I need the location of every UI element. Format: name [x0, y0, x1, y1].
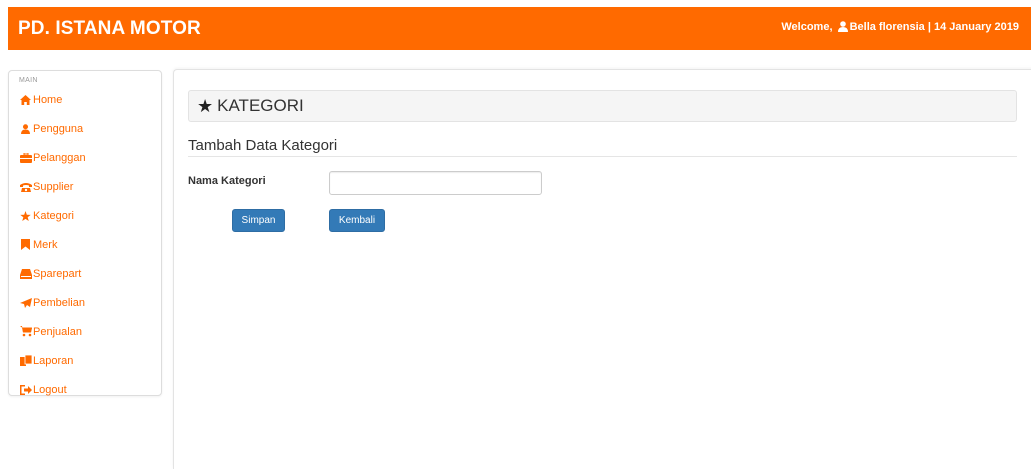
welcome-prefix: Welcome,: [781, 21, 833, 33]
sidebar-item-label: Pelanggan: [33, 152, 86, 164]
star-icon: ★: [197, 96, 214, 116]
sidebar-item-sparepart[interactable]: Sparepart: [19, 268, 86, 297]
user-icon: [19, 123, 32, 134]
welcome-info: Welcome, Bella florensia | 14 January 20…: [781, 21, 1019, 35]
sidebar-section-label: MAIN: [19, 77, 38, 84]
documents-icon: [19, 355, 32, 366]
simpan-button[interactable]: Simpan: [232, 209, 285, 232]
user-name[interactable]: Bella florensia: [850, 21, 925, 33]
page-heading: ★ KATEGORI: [188, 90, 1017, 122]
sidebar-item-label: Merk: [33, 239, 58, 251]
sidebar-item-penjualan[interactable]: Penjualan: [19, 326, 86, 355]
sidebar-item-label: Penjualan: [33, 326, 82, 338]
inbox-icon: [19, 268, 32, 279]
send-icon: [19, 297, 32, 308]
home-icon: [19, 94, 32, 105]
nama-kategori-input[interactable]: [329, 171, 542, 195]
current-date: 14 January 2019: [933, 21, 1019, 33]
sidebar-item-label: Pembelian: [33, 297, 85, 309]
sidebar-item-pembelian[interactable]: Pembelian: [19, 297, 86, 326]
page-title: KATEGORI: [217, 96, 304, 115]
bookmark-icon: [19, 239, 32, 250]
sidebar-item-logout[interactable]: Logout: [19, 384, 86, 413]
sidebar-item-kategori[interactable]: Kategori: [19, 210, 86, 239]
sidebar-item-label: Logout: [33, 384, 67, 396]
sidebar-item-label: Kategori: [33, 210, 74, 222]
top-navbar: PD. ISTANA MOTOR Welcome, Bella florensi…: [8, 7, 1031, 50]
sidebar-item-label: Pengguna: [33, 123, 84, 135]
main-content: ★ KATEGORI Tambah Data Kategori Nama Kat…: [173, 69, 1031, 469]
sidebar-item-home[interactable]: Home: [19, 94, 86, 123]
phone-icon: [19, 181, 32, 192]
sidebar-item-label: Laporan: [33, 355, 74, 367]
sidebar-item-laporan[interactable]: Laporan: [19, 355, 86, 384]
sidebar-item-pengguna[interactable]: Pengguna: [19, 123, 86, 152]
sidebar-item-label: Home: [33, 94, 63, 106]
star-icon: [19, 210, 32, 221]
nama-kategori-label: Nama Kategori: [188, 175, 266, 187]
sidebar: MAIN Home Pengguna Pelanggan Supplier Ka…: [8, 70, 162, 396]
brand-title[interactable]: PD. ISTANA MOTOR: [18, 18, 201, 40]
form-subheading: Tambah Data Kategori: [188, 137, 338, 154]
separator: |: [927, 21, 931, 33]
cart-icon: [19, 326, 32, 337]
user-icon: [837, 21, 848, 35]
sidebar-item-merk[interactable]: Merk: [19, 239, 86, 268]
briefcase-icon: [19, 152, 32, 163]
logout-icon: [19, 384, 32, 395]
sidebar-item-label: Supplier: [33, 181, 74, 193]
divider: [188, 156, 1017, 157]
sidebar-menu: Home Pengguna Pelanggan Supplier Kategor…: [19, 94, 86, 413]
sidebar-item-label: Sparepart: [33, 268, 82, 280]
kembali-button[interactable]: Kembali: [329, 209, 385, 232]
sidebar-item-supplier[interactable]: Supplier: [19, 181, 86, 210]
sidebar-item-pelanggan[interactable]: Pelanggan: [19, 152, 86, 181]
